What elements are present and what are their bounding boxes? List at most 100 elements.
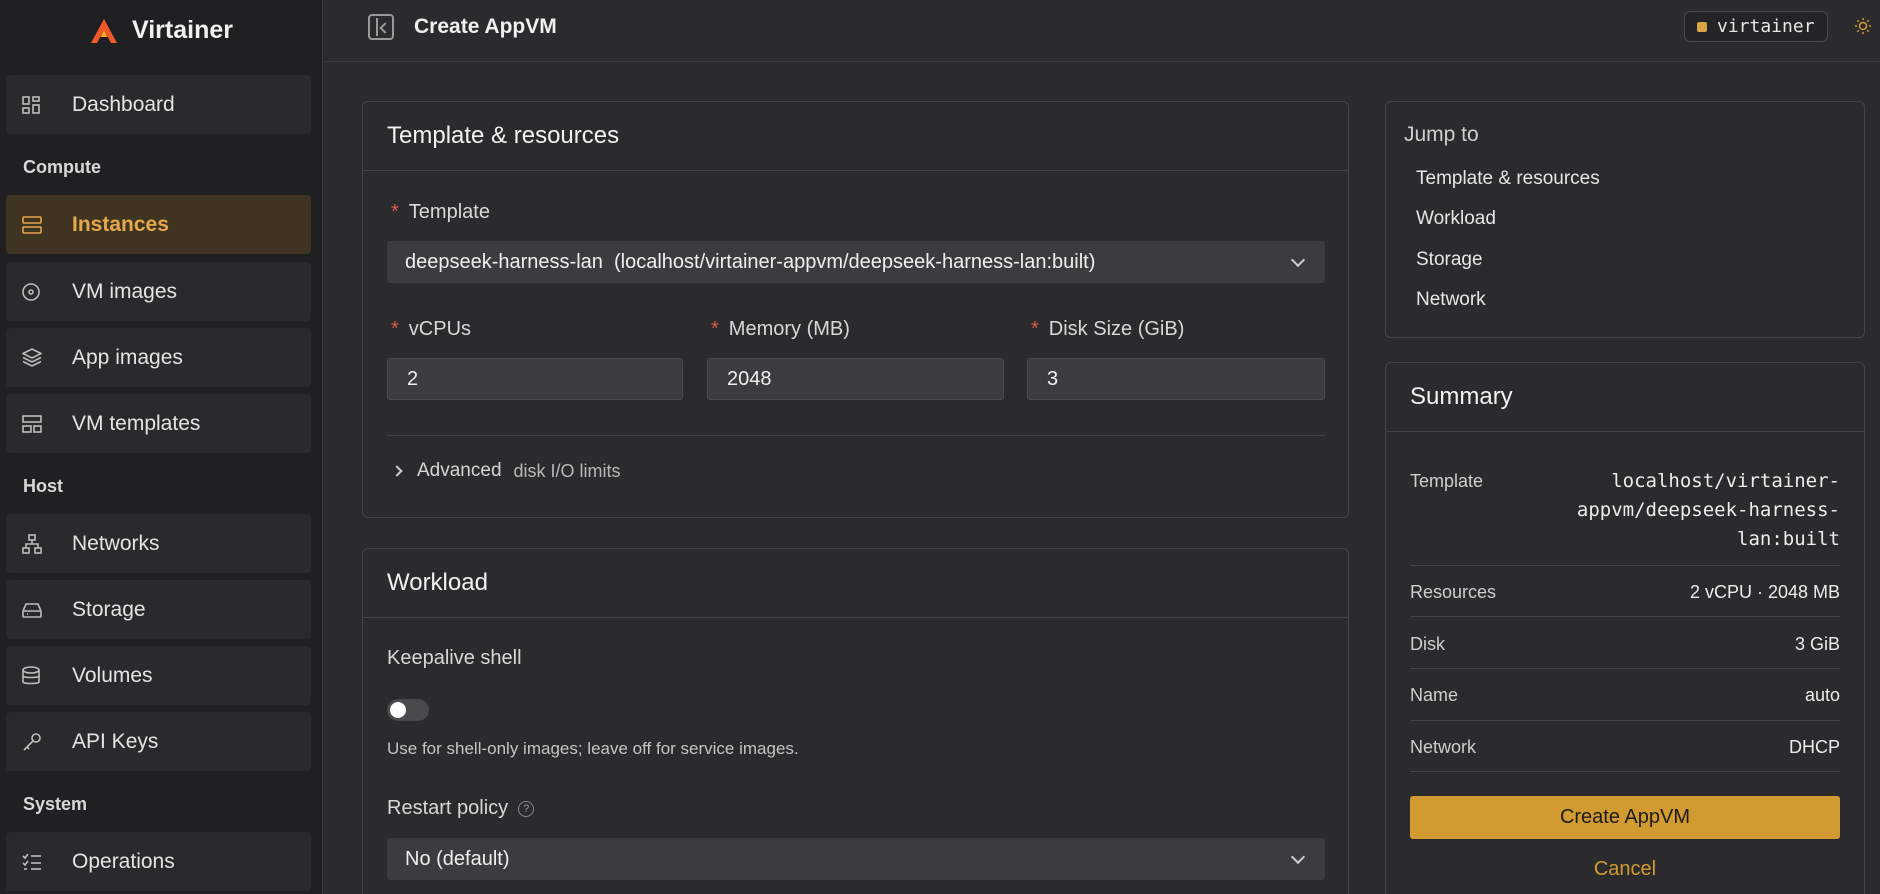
restart-policy-select[interactable]: No (default) bbox=[387, 838, 1325, 880]
memory-label: * Memory (MB) bbox=[711, 318, 850, 340]
restart-policy-label: Restart policy? bbox=[387, 797, 535, 820]
divider bbox=[1410, 668, 1840, 669]
restart-policy-value: No (default) bbox=[405, 847, 510, 870]
list-check-icon bbox=[22, 851, 58, 873]
disc-icon bbox=[22, 281, 58, 303]
summary-template-value: localhost/virtainer-appvm/deepseek-harne… bbox=[1576, 470, 1840, 550]
advanced-toggle[interactable]: Advanced disk I/O limits bbox=[391, 460, 621, 482]
summary-row-name: Name auto bbox=[1410, 685, 1840, 705]
summary-row-disk: Disk 3 GiB bbox=[1410, 634, 1840, 654]
sidebar-item-api-keys[interactable]: API Keys bbox=[6, 712, 311, 771]
sidebar-item-volumes[interactable]: Volumes bbox=[6, 646, 311, 705]
brand[interactable]: Virtainer bbox=[0, 0, 323, 61]
template-select[interactable]: deepseek-harness-lan (localhost/virtaine… bbox=[387, 241, 1325, 283]
keepalive-toggle[interactable] bbox=[387, 699, 429, 721]
sidebar-item-storage[interactable]: Storage bbox=[6, 580, 311, 639]
drive-icon bbox=[22, 599, 58, 621]
sidebar-item-label: API Keys bbox=[72, 729, 159, 753]
jump-to-card: Jump to Template & resources Workload St… bbox=[1385, 101, 1865, 338]
jump-link-storage[interactable]: Storage bbox=[1416, 249, 1483, 271]
sidebar-item-operations[interactable]: Operations bbox=[6, 832, 311, 891]
divider bbox=[1410, 616, 1840, 617]
divider bbox=[1410, 720, 1840, 721]
sidebar-item-app-images[interactable]: App images bbox=[6, 328, 311, 387]
template-value: deepseek-harness-lan (localhost/virtaine… bbox=[405, 250, 1096, 273]
divider bbox=[1410, 771, 1840, 772]
section-compute: Compute bbox=[23, 157, 101, 177]
network-icon bbox=[22, 533, 58, 555]
required-marker: * bbox=[711, 318, 719, 340]
workload-card: Workload Keepalive shell Use for shell-o… bbox=[362, 548, 1349, 894]
sidebar-item-label: Dashboard bbox=[72, 92, 175, 116]
server-icon bbox=[22, 214, 58, 236]
required-marker: * bbox=[391, 201, 399, 223]
key-icon bbox=[22, 731, 58, 753]
chevron-down-icon bbox=[1290, 849, 1306, 865]
summary-card: Summary Template localhost/virtainer-app… bbox=[1385, 362, 1865, 894]
cancel-button[interactable]: Cancel bbox=[1410, 858, 1840, 881]
app-name: Virtainer bbox=[132, 16, 233, 44]
database-icon bbox=[22, 665, 58, 687]
sidebar-item-label: Instances bbox=[72, 212, 169, 236]
jump-link-template[interactable]: Template & resources bbox=[1416, 168, 1600, 190]
jump-link-network[interactable]: Network bbox=[1416, 289, 1486, 311]
chevron-down-icon bbox=[1290, 252, 1306, 268]
template-label: * Template bbox=[391, 201, 490, 223]
advanced-sublabel: disk I/O limits bbox=[513, 460, 621, 481]
username: virtainer bbox=[1717, 16, 1815, 37]
summary-row-resources: Resources 2 vCPU · 2048 MB bbox=[1410, 582, 1840, 602]
divider bbox=[1410, 565, 1840, 566]
virtainer-logo-icon bbox=[91, 18, 117, 43]
divider bbox=[387, 435, 1325, 436]
sidebar-item-vm-images[interactable]: VM images bbox=[6, 262, 311, 321]
sidebar-item-networks[interactable]: Networks bbox=[6, 514, 311, 573]
card-header: Workload bbox=[363, 549, 1348, 618]
advanced-label: Advanced bbox=[417, 460, 502, 481]
dashboard-icon bbox=[22, 94, 58, 116]
user-status-icon bbox=[1697, 21, 1707, 32]
sidebar-toggle-icon[interactable] bbox=[368, 14, 394, 40]
sun-icon[interactable] bbox=[1854, 17, 1872, 35]
template-icon bbox=[22, 413, 58, 435]
jump-link-workload[interactable]: Workload bbox=[1416, 208, 1496, 230]
sidebar-item-instances[interactable]: Instances bbox=[6, 195, 311, 254]
card-header: Summary bbox=[1386, 363, 1864, 432]
vcpus-field[interactable]: 2 bbox=[387, 358, 683, 400]
sidebar-item-label: Storage bbox=[72, 597, 146, 621]
vcpus-label: * vCPUs bbox=[391, 318, 472, 340]
template-resources-card: Template & resources * Template deepseek-… bbox=[362, 101, 1349, 518]
summary-row-template: Template localhost/virtainer-appvm/deeps… bbox=[1410, 470, 1840, 554]
section-system: System bbox=[23, 794, 88, 814]
sidebar-item-vm-templates[interactable]: VM templates bbox=[6, 394, 311, 453]
required-marker: * bbox=[391, 318, 399, 340]
create-appvm-button[interactable]: Create AppVM bbox=[1410, 796, 1840, 839]
sidebar-item-label: Operations bbox=[72, 849, 175, 873]
user-menu[interactable]: virtainer bbox=[1684, 11, 1828, 42]
card-title: Workload bbox=[387, 569, 488, 596]
page-title: Create AppVM bbox=[414, 15, 557, 38]
memory-field[interactable]: 2048 bbox=[707, 358, 1004, 400]
sidebar-item-dashboard[interactable]: Dashboard bbox=[6, 75, 311, 134]
required-marker: * bbox=[1031, 318, 1039, 340]
package-icon bbox=[22, 347, 58, 369]
top-bar: Create AppVM virtainer bbox=[324, 0, 1880, 62]
help-icon[interactable]: ? bbox=[518, 800, 535, 817]
card-title: Summary bbox=[1410, 383, 1513, 410]
chevron-right-icon bbox=[391, 465, 403, 477]
jump-title: Jump to bbox=[1404, 123, 1479, 146]
section-host: Host bbox=[23, 476, 63, 496]
sidebar: Virtainer Dashboard Compute Instances VM… bbox=[0, 0, 323, 894]
sidebar-item-label: VM templates bbox=[72, 411, 201, 435]
disk-size-label: * Disk Size (GiB) bbox=[1031, 318, 1185, 340]
keepalive-label: Keepalive shell bbox=[387, 647, 522, 669]
card-title: Template & resources bbox=[387, 122, 620, 149]
keepalive-help: Use for shell-only images; leave off for… bbox=[387, 739, 799, 758]
toggle-knob bbox=[390, 702, 406, 718]
card-header: Template & resources bbox=[363, 102, 1348, 171]
sidebar-item-label: VM images bbox=[72, 279, 178, 303]
sidebar-item-label: App images bbox=[72, 345, 183, 369]
sidebar-item-label: Volumes bbox=[72, 663, 153, 687]
sidebar-item-label: Networks bbox=[72, 531, 160, 555]
summary-row-network: Network DHCP bbox=[1410, 737, 1840, 757]
disk-size-field[interactable]: 3 bbox=[1027, 358, 1325, 400]
